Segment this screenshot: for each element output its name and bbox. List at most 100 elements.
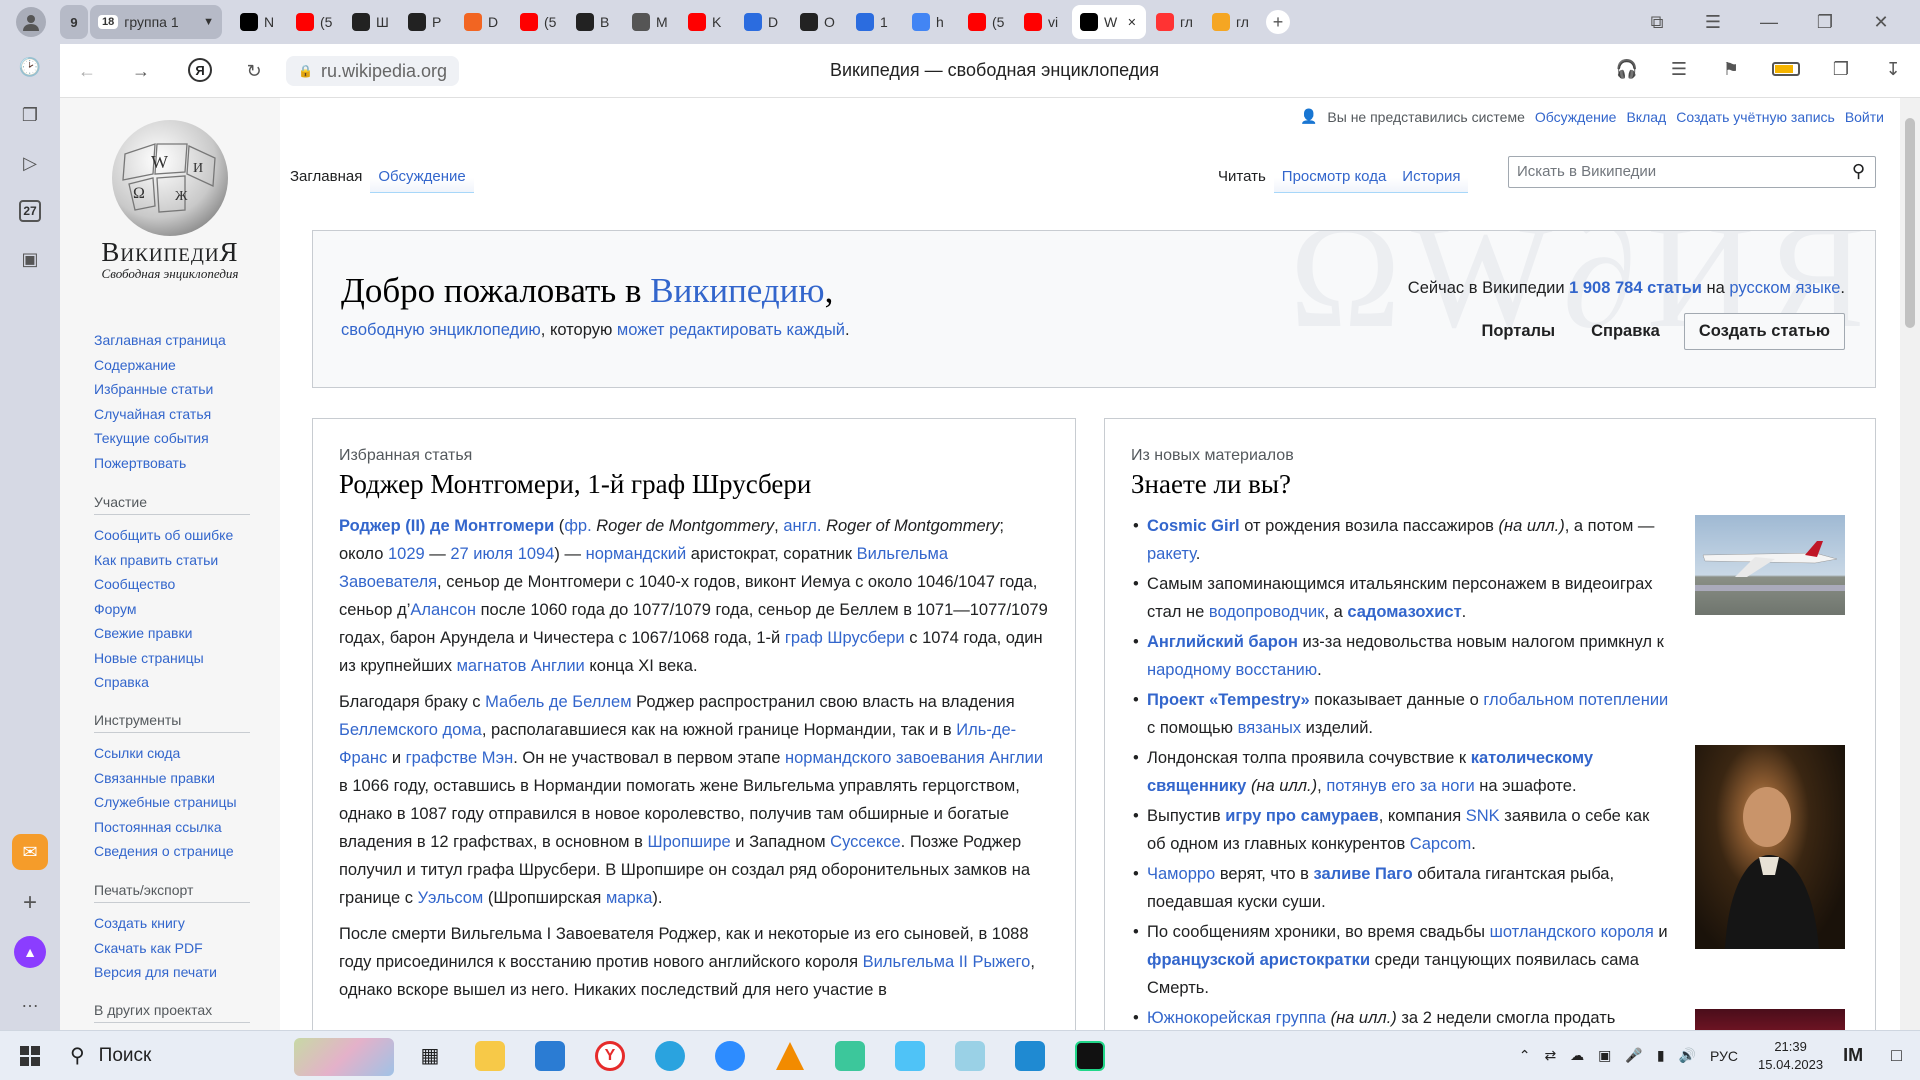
taskbar-search[interactable]: ⚲ Поиск (60, 1036, 400, 1076)
ml-app-icon[interactable]: IM (1843, 1045, 1863, 1066)
battery-tray-icon[interactable]: ▮ (1657, 1047, 1665, 1064)
nav-link[interactable]: Версия для печати (94, 960, 250, 985)
nav-link[interactable]: Скачать как PDF (94, 936, 250, 961)
article-link[interactable]: фр. (564, 517, 591, 535)
file-explorer-icon[interactable] (466, 1032, 514, 1080)
article-link[interactable]: Южнокорейская группа (1147, 1009, 1326, 1027)
messenger-icon[interactable] (886, 1032, 934, 1080)
personal-link[interactable]: Войти (1845, 109, 1884, 125)
personal-link[interactable]: Обсуждение (1535, 109, 1617, 125)
free-encyclopedia-link[interactable]: свободную энциклопедию (341, 321, 541, 339)
reader-icon[interactable]: ☰ (1668, 58, 1690, 80)
zoom-icon[interactable] (706, 1032, 754, 1080)
battery-icon[interactable] (1772, 62, 1800, 76)
article-link[interactable]: Алансон (410, 601, 476, 619)
article-link[interactable]: 1029 (388, 545, 425, 563)
nav-link[interactable]: Связанные правки (94, 766, 250, 791)
nav-link[interactable]: Форум (94, 597, 250, 622)
nav-link[interactable]: Свежие правки (94, 621, 250, 646)
article-link[interactable]: Беллемского дома (339, 721, 482, 739)
microphone-icon[interactable]: 🎤 (1625, 1047, 1642, 1064)
article-link[interactable]: граф Шрусбери (785, 629, 905, 647)
bold-article-link[interactable]: садомазохист (1347, 603, 1461, 621)
download-icon[interactable]: ↧ (1882, 58, 1904, 80)
anyone-can-edit-link[interactable]: может редактировать каждый (617, 321, 845, 339)
nav-link[interactable]: Текущие события (94, 426, 226, 451)
notifications-icon[interactable]: □ (1891, 1045, 1902, 1066)
bookmark-icon[interactable]: ⚑ (1720, 58, 1742, 80)
menu-icon[interactable]: ☰ (1702, 11, 1724, 33)
browser-tab[interactable]: Ш (344, 5, 398, 39)
forward-icon[interactable]: → (130, 60, 152, 82)
page-tab[interactable]: Заглавная (282, 156, 371, 193)
close-window-icon[interactable]: ✕ (1870, 11, 1892, 33)
nav-link[interactable]: Как править статьи (94, 548, 250, 573)
collections-icon[interactable]: ⧉ (1646, 11, 1668, 33)
nav-link[interactable]: Сведения о странице (94, 839, 250, 864)
nav-link[interactable]: Сообщить об ошибке (94, 523, 250, 548)
article-link[interactable]: ракету (1147, 545, 1196, 563)
article-link[interactable]: марка (606, 889, 652, 907)
russian-language-link[interactable]: русском языке (1729, 279, 1840, 297)
browser-tab[interactable]: О (792, 5, 846, 39)
bold-article-link[interactable]: Проект «Tempestry» (1147, 691, 1310, 709)
mail-icon[interactable]: ✉ (12, 834, 48, 870)
reload-icon[interactable]: ↻ (243, 60, 265, 82)
bold-article-link[interactable]: французской аристократки (1147, 951, 1370, 969)
browser-tab[interactable]: W ✕ (1072, 5, 1146, 39)
browser-tab[interactable]: гл (1148, 5, 1202, 39)
article-link[interactable]: водопроводчик (1209, 603, 1325, 621)
page-scrollbar[interactable] (1900, 98, 1920, 1030)
vlc-icon[interactable] (766, 1032, 814, 1080)
notes-app-icon[interactable] (946, 1032, 994, 1080)
headphones-icon[interactable]: 🎧 (1616, 58, 1638, 80)
page-tab[interactable]: Читать (1210, 156, 1274, 193)
article-link[interactable]: магнатов Англии (457, 657, 585, 675)
welcome-title-link[interactable]: Википедию (650, 271, 824, 310)
windows-start-icon[interactable] (6, 1032, 54, 1080)
wiki-logo[interactable]: W Ω Ж И ВикипедиЯ Свободная энциклопедия (80, 110, 260, 282)
nav-link[interactable]: Содержание (94, 353, 226, 378)
browser-tab[interactable]: (5 (512, 5, 566, 39)
article-link[interactable]: Capcom (1410, 835, 1471, 853)
stats-count-link[interactable]: 1 908 784 статьи (1569, 279, 1702, 297)
browser-tab[interactable]: N (232, 5, 286, 39)
bold-article-link[interactable]: Cosmic Girl (1147, 517, 1240, 535)
article-link[interactable]: потянув его за ноги (1326, 777, 1474, 795)
browser-tab[interactable]: (5 (960, 5, 1014, 39)
nav-link[interactable]: Пожертвовать (94, 451, 226, 476)
nav-link[interactable]: Заглавная страница (94, 328, 226, 353)
yandex-browser-icon[interactable]: Y (586, 1032, 634, 1080)
profile-avatar[interactable] (16, 7, 46, 37)
browser-tab[interactable]: h (904, 5, 958, 39)
article-link[interactable]: 1094 (518, 545, 555, 563)
clock[interactable]: 21:39 15.04.2023 (1758, 1038, 1823, 1074)
scroll-thumb[interactable] (1905, 118, 1915, 328)
personal-link[interactable]: Создать учётную запись (1676, 109, 1835, 125)
bold-article-link[interactable]: заливе Паго (1313, 865, 1412, 883)
close-tab-icon[interactable]: ✕ (1127, 16, 1136, 29)
browser-tab[interactable]: 1 (848, 5, 902, 39)
bold-article-link[interactable]: игру про самураев (1225, 807, 1378, 825)
back-icon[interactable]: ← (76, 60, 98, 82)
restore-icon[interactable]: ❐ (1814, 11, 1836, 33)
article-link[interactable]: англ. (783, 517, 821, 535)
calendar-icon[interactable]: 27 (19, 200, 41, 222)
article-link[interactable]: народному восстанию (1147, 661, 1317, 679)
article-link[interactable]: Чаморро (1147, 865, 1215, 883)
nav-link[interactable]: Постоянная ссылка (94, 815, 250, 840)
nav-link[interactable]: Создать книгу (94, 911, 250, 936)
search-input[interactable]: Искать в Википедии ⚲ (1508, 156, 1876, 188)
page-tab[interactable]: История (1394, 156, 1469, 193)
tab-group[interactable]: 18 группа 1 ▼ (90, 5, 222, 39)
priest-portrait-image[interactable] (1695, 745, 1845, 949)
browser-tab[interactable]: Р (400, 5, 454, 39)
article-link[interactable]: нормандский (586, 545, 687, 563)
nav-link[interactable]: Служебные страницы (94, 790, 250, 815)
article-link[interactable]: вязаных (1238, 719, 1301, 737)
help-button[interactable]: Справка (1579, 314, 1672, 349)
task-view-icon[interactable]: ▦ (406, 1032, 454, 1080)
nav-link[interactable]: Случайная статья (94, 402, 226, 427)
tab-group-counter[interactable]: 9 (60, 5, 88, 39)
nav-link[interactable]: Ссылки сюда (94, 741, 250, 766)
